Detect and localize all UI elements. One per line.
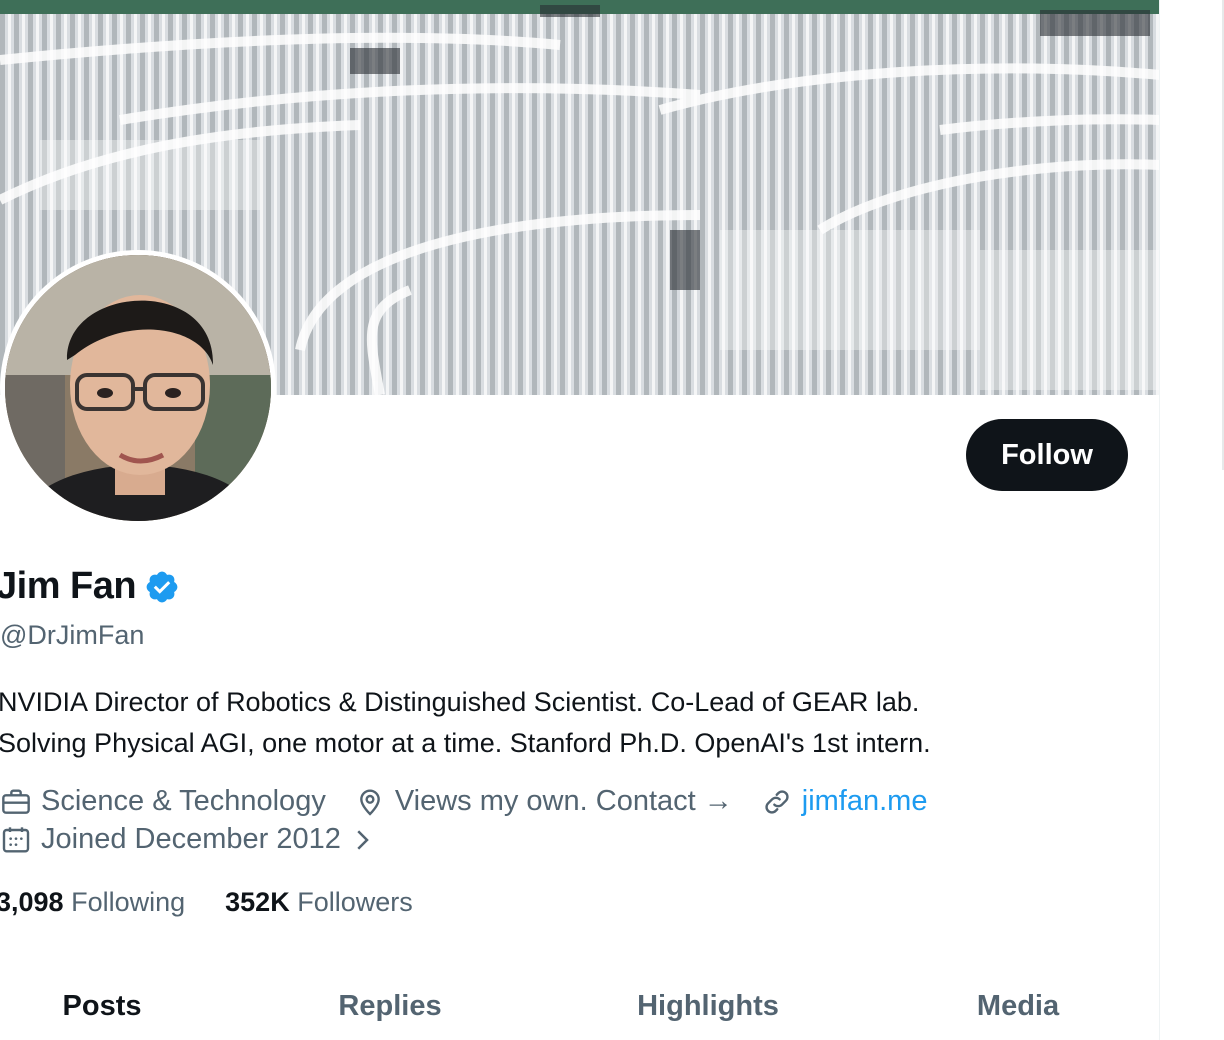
avatar-photo bbox=[5, 255, 271, 521]
calendar-icon bbox=[2, 826, 30, 853]
tab-posts[interactable]: Posts bbox=[63, 990, 142, 1023]
location-text: Views my own. Contact → bbox=[394, 785, 733, 817]
website-link[interactable]: jimfan.me bbox=[802, 785, 928, 818]
following-count: 3,098 bbox=[0, 887, 72, 917]
avatar-portrait-image bbox=[5, 255, 271, 521]
profile-tabs: Posts Replies Highlights Media bbox=[0, 990, 1159, 1040]
profile-stats: 3,098 Following 352K Followers bbox=[0, 887, 453, 918]
bio-line: NVIDIA Director of Robotics & Distinguis… bbox=[0, 687, 920, 717]
profile-joined[interactable]: Joined December 2012 bbox=[0, 823, 377, 856]
profile-column: Follow Jim Fan @DrJimFan NVIDIA Director… bbox=[0, 0, 1160, 1040]
profile-meta-row: Science & Technology Views my own. Conta… bbox=[0, 785, 955, 818]
followers-stat[interactable]: 352K Followers bbox=[225, 887, 413, 918]
tab-media[interactable]: Media bbox=[977, 990, 1059, 1023]
bio-line: Solving Physical AGI, one motor at a tim… bbox=[0, 728, 931, 758]
location-pin-icon bbox=[359, 788, 380, 816]
profile-avatar[interactable] bbox=[0, 250, 276, 526]
profile-handle: @DrJimFan bbox=[0, 620, 145, 650]
chevron-right-icon[interactable] bbox=[347, 825, 377, 855]
following-stat[interactable]: 3,098 Following bbox=[0, 887, 185, 918]
joined-text: Joined December 2012 bbox=[41, 823, 341, 855]
followers-count: 352K bbox=[225, 887, 298, 917]
following-label: Following bbox=[71, 887, 186, 917]
followers-label: Followers bbox=[297, 887, 413, 917]
profile-joined-row[interactable]: Joined December 2012 bbox=[0, 823, 405, 856]
category-text: Science & Technology bbox=[41, 785, 326, 817]
follow-button[interactable]: Follow bbox=[966, 419, 1128, 491]
link-icon bbox=[765, 789, 789, 814]
profile-location: Views my own. Contact → bbox=[354, 785, 733, 818]
profile-website[interactable]: jimfan.me bbox=[761, 785, 928, 818]
profile-bio: NVIDIA Director of Robotics & Distinguis… bbox=[0, 682, 1148, 764]
tab-highlights[interactable]: Highlights bbox=[637, 990, 779, 1023]
verified-badge-icon[interactable] bbox=[144, 569, 180, 605]
tab-replies[interactable]: Replies bbox=[338, 990, 441, 1023]
profile-name-row: Jim Fan bbox=[0, 565, 180, 608]
profile-category: Science & Technology bbox=[0, 785, 326, 818]
display-name: Jim Fan bbox=[0, 565, 137, 607]
briefcase-icon bbox=[2, 788, 30, 814]
